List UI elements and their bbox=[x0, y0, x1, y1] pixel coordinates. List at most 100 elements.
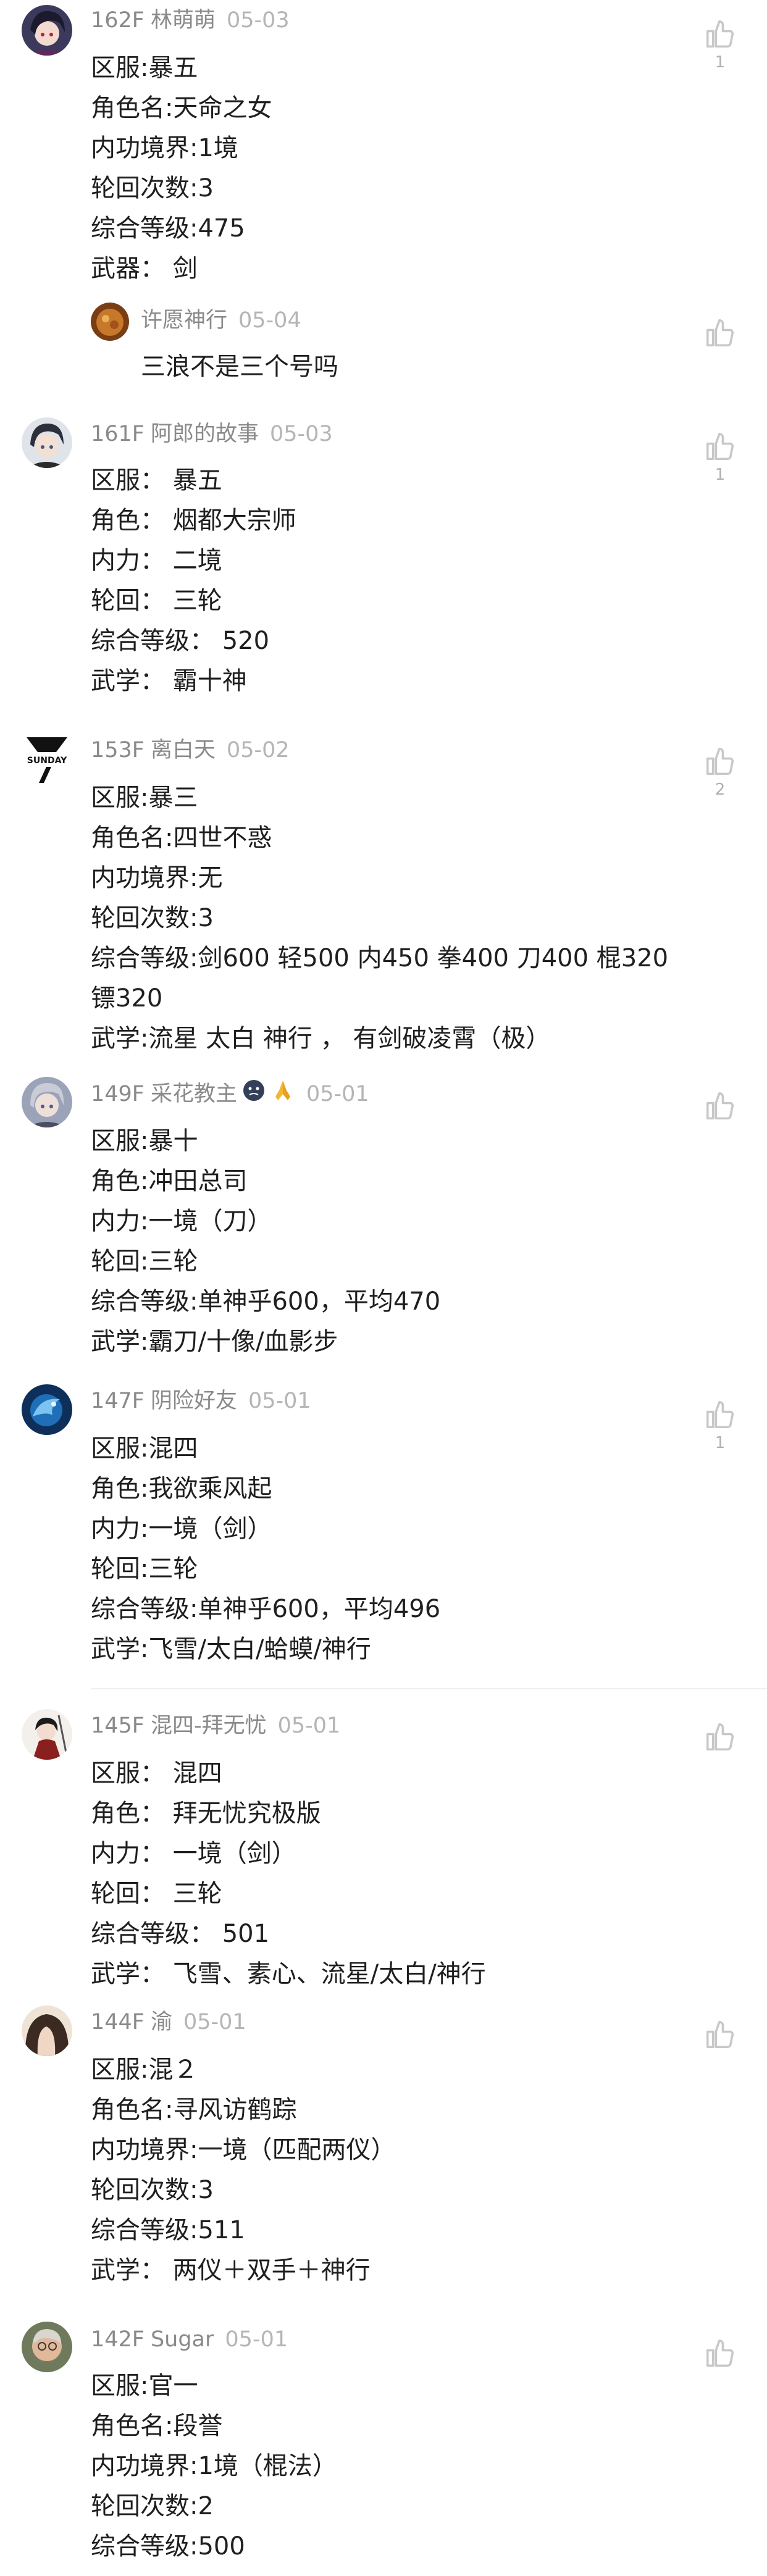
comment-line: 区服:官一 bbox=[91, 2372, 198, 2400]
like-count: 1 bbox=[715, 53, 726, 72]
reply-like-button[interactable] bbox=[703, 316, 737, 349]
comment-line: 角色:我欲乘风起 bbox=[91, 1474, 272, 1503]
comment-line: 武学:流星 太白 神行 ， 有剑破凌霄（极） bbox=[91, 1024, 551, 1053]
username[interactable]: 采花教主 bbox=[151, 1082, 237, 1106]
comment-line: 武学:飞雪/太白/蛤蟆/神行 bbox=[91, 1635, 371, 1663]
comment-line: 武学： 飞雪、素心、流星/太白/神行 bbox=[91, 1960, 486, 1988]
post-date: 05-02 bbox=[226, 738, 290, 763]
user-avatar[interactable] bbox=[22, 1709, 72, 1760]
comment-line: 区服:暴五 bbox=[91, 54, 198, 82]
comment-line: 武学： 两仪＋双手＋神行 bbox=[91, 2256, 371, 2285]
reply-username[interactable]: 许愿神行 bbox=[141, 308, 227, 333]
comment-body: 区服:暴十 角色:冲田总司 内力:一境（刀） 轮回:三轮 综合等级:单神乎600… bbox=[91, 1121, 730, 1362]
comment-line: 内力： 二境 bbox=[91, 546, 222, 575]
user-avatar[interactable] bbox=[22, 2005, 72, 2056]
comment-line: 内功境界:一境（匹配两仪） bbox=[91, 2136, 396, 2164]
comment-line: 角色： 烟都大宗师 bbox=[91, 506, 296, 535]
like-count: 2 bbox=[715, 780, 726, 799]
comment-body: 区服:官一 角色名:段誉 内功境界:1境（棍法） 轮回次数:2 综合等级:500 bbox=[91, 2366, 730, 2567]
comment-meta: 145F 混四-拜无忧 05-01 bbox=[91, 1710, 340, 1741]
sunday-logo-avatar-icon: SUNDAY bbox=[22, 734, 72, 784]
comment-line: 综合等级:511 bbox=[91, 2216, 245, 2244]
username[interactable]: 混四-拜无忧 bbox=[151, 1713, 267, 1738]
post-date: 05-01 bbox=[248, 1389, 311, 1413]
thumbs-up-icon bbox=[706, 1400, 734, 1429]
reply-text: 三浪不是三个号吗 bbox=[141, 353, 338, 381]
comment-line: 综合等级:单神乎600，平均496 bbox=[91, 1595, 441, 1623]
user-avatar[interactable] bbox=[22, 417, 72, 468]
dark-face-emoji-icon bbox=[242, 1079, 266, 1111]
comment-line: 内功境界:无 bbox=[91, 864, 223, 892]
username[interactable]: 阿郎的故事 bbox=[151, 422, 259, 446]
comment-body: 区服:混四 角色:我欲乘风起 内力:一境（剑） 轮回:三轮 综合等级:单神乎60… bbox=[91, 1429, 730, 1670]
comment-line: 综合等级： 501 bbox=[91, 1920, 270, 1948]
comment-line: 角色名:四世不惑 bbox=[91, 824, 272, 852]
comment-line: 轮回:三轮 bbox=[91, 1247, 198, 1276]
user-avatar[interactable] bbox=[22, 1077, 72, 1127]
pray-hands-emoji-icon bbox=[270, 1078, 295, 1111]
comment-feed: 162F 林萌萌 05-03 区服:暴五 角色名:天命之女 内功境界:1境 轮回次数… bbox=[0, 0, 767, 2576]
user-avatar[interactable]: SUNDAY bbox=[22, 734, 72, 784]
comment-line: 轮回： 三轮 bbox=[91, 587, 222, 615]
comment-line: 区服:混２ bbox=[91, 2055, 198, 2084]
like-button[interactable]: 2 bbox=[703, 745, 737, 799]
comment-line: 内功境界:1境 bbox=[91, 134, 238, 162]
blue-dragon-avatar-icon bbox=[22, 1384, 72, 1435]
user-avatar[interactable] bbox=[22, 1384, 72, 1435]
thumbs-up-icon bbox=[706, 2339, 734, 2367]
floor-number: 142F bbox=[91, 2327, 145, 2352]
like-button[interactable]: 1 bbox=[703, 1398, 737, 1452]
comment-meta: 161F 阿郎的故事 05-03 bbox=[91, 419, 333, 450]
comment-line: 区服:混四 bbox=[91, 1434, 198, 1463]
comment-meta: 162F 林萌萌 05-03 bbox=[91, 5, 290, 36]
anime-boy-avatar-icon bbox=[22, 417, 72, 468]
comment-line: 区服： 暴五 bbox=[91, 466, 222, 495]
comment-line: 内力:一境（刀） bbox=[91, 1207, 272, 1236]
post-date: 05-03 bbox=[269, 422, 333, 446]
comment-line: 角色:冲田总司 bbox=[91, 1167, 248, 1195]
old-man-avatar-icon bbox=[22, 2322, 72, 2372]
comment-line: 区服:暴十 bbox=[91, 1127, 198, 1155]
username[interactable]: Sugar bbox=[151, 2327, 214, 2352]
anime-portrait-avatar-icon bbox=[22, 1077, 72, 1127]
floor-number: 153F bbox=[91, 738, 145, 763]
username[interactable]: 渝 bbox=[151, 2010, 172, 2034]
comment-meta: 149F 采花教主 05-01 bbox=[91, 1078, 369, 1111]
floor-number: 162F bbox=[91, 8, 145, 33]
comment-body: 区服:暴五 角色名:天命之女 内功境界:1境 轮回次数:3 综合等级:475 武… bbox=[91, 48, 730, 289]
username[interactable]: 阴险好友 bbox=[151, 1389, 237, 1413]
thumbs-up-icon bbox=[706, 1723, 734, 1751]
like-button[interactable] bbox=[703, 2336, 737, 2372]
like-button[interactable] bbox=[703, 2018, 737, 2054]
comment-line: 角色名:寻风访鹤踪 bbox=[91, 2096, 297, 2124]
anime-girl-avatar-icon bbox=[22, 5, 72, 56]
comment-line: 内力： 一境（剑） bbox=[91, 1839, 296, 1868]
comment-meta: 144F 渝 05-01 bbox=[91, 2007, 246, 2038]
floor-number: 147F bbox=[91, 1389, 145, 1413]
swordsman-avatar-icon bbox=[22, 1709, 72, 1760]
food-avatar-icon bbox=[91, 303, 129, 341]
floor-number: 144F bbox=[91, 2010, 145, 2034]
comment-meta: 153F 离白天 05-02 bbox=[91, 735, 290, 766]
like-button[interactable] bbox=[703, 1720, 737, 1756]
comment-line: 轮回： 三轮 bbox=[91, 1880, 222, 1908]
comment-body: 区服:混２ 角色名:寻风访鹤踪 内功境界:一境（匹配两仪） 轮回次数:3 综合等… bbox=[91, 2050, 730, 2291]
comment-line: 轮回次数:3 bbox=[91, 174, 214, 203]
like-button[interactable]: 1 bbox=[703, 17, 737, 72]
user-avatar[interactable] bbox=[22, 5, 72, 56]
comment-line: 内力:一境（剑） bbox=[91, 1515, 272, 1543]
user-avatar[interactable] bbox=[22, 2322, 72, 2372]
comment-line: 综合等级:500 bbox=[91, 2532, 245, 2561]
post-date: 05-01 bbox=[306, 1082, 369, 1106]
divider bbox=[91, 1688, 767, 1689]
comment-line: 区服:暴三 bbox=[91, 784, 198, 812]
thumbs-up-icon bbox=[706, 1092, 734, 1120]
girl-hair-avatar-icon bbox=[22, 2005, 72, 2056]
username[interactable]: 离白天 bbox=[151, 738, 216, 763]
reply-avatar[interactable] bbox=[91, 303, 129, 341]
like-button[interactable] bbox=[703, 1089, 737, 1125]
thumbs-up-icon bbox=[706, 319, 734, 347]
post-date: 05-01 bbox=[183, 2010, 246, 2034]
username[interactable]: 林萌萌 bbox=[151, 8, 216, 33]
like-button[interactable]: 1 bbox=[703, 430, 737, 484]
